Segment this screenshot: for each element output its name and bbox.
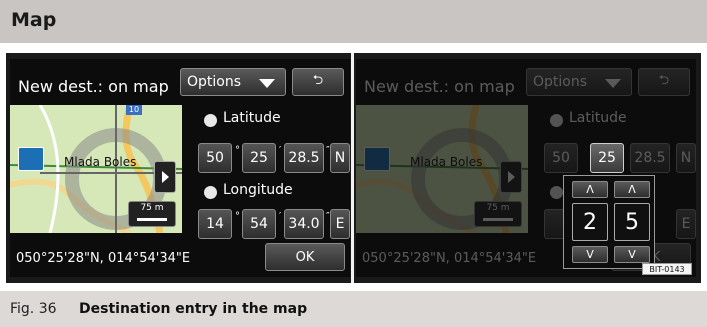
screen-map-entry: New dest.: on map Options ⮌ 10 Mlada Bol… — [10, 59, 350, 277]
unit-degree: ° — [235, 145, 240, 156]
screen-title: New dest.: on map — [18, 77, 169, 96]
scale-bar — [137, 218, 167, 221]
longitude-hemisphere: E — [676, 209, 696, 239]
latitude-label: Latitude — [569, 110, 627, 126]
screen-map-entry-editing: New dest.: on map Options ⮌ Mlada Boles — [356, 59, 696, 277]
options-label: Options — [533, 74, 588, 90]
longitude-degrees[interactable]: 14 — [198, 209, 232, 239]
options-button: Options — [526, 68, 632, 96]
globe-icon — [204, 114, 217, 127]
digit1-value: 2 — [572, 203, 608, 241]
digit1-up-button[interactable]: Λ — [572, 181, 608, 198]
latitude-seconds: 28.5 — [630, 143, 670, 173]
options-button[interactable]: Options — [180, 68, 286, 96]
section-title: Map — [11, 9, 57, 31]
latitude-seconds[interactable]: 28.5 — [284, 143, 324, 173]
globe-icon — [550, 186, 563, 199]
map-expand-icon — [508, 171, 515, 183]
dropdown-arrow-icon — [259, 79, 275, 88]
coordinate-readout: 050°25'28"N, 014°54'34"E — [16, 251, 191, 266]
digit-spinner: Λ Λ 2 5 V V — [563, 175, 655, 269]
latitude-degrees: 50 — [544, 143, 578, 173]
longitude-seconds[interactable]: 34.0 — [284, 209, 324, 239]
map-view: Mlada Boles 75 m — [356, 105, 528, 233]
latitude-hemisphere: N — [676, 143, 696, 173]
map-city-label: Mlada Boles — [64, 155, 137, 169]
back-button[interactable]: ⮌ — [292, 68, 344, 96]
screen-title: New dest.: on map — [364, 77, 515, 96]
road-number-label: 10 — [126, 105, 142, 115]
unit-minute: ′ — [279, 145, 282, 156]
digit1-down-button[interactable]: V — [572, 246, 608, 263]
map-expand-button[interactable] — [154, 161, 176, 193]
longitude-row: 14 ° 54 ′ 34.0 ″ E — [196, 209, 350, 239]
globe-icon — [204, 186, 217, 199]
caption-text: Destination entry in the map — [79, 301, 308, 317]
ok-label: OK — [295, 249, 315, 265]
digit2-up-button[interactable]: Λ — [614, 181, 650, 198]
back-button: ⮌ — [638, 68, 690, 96]
latitude-hemisphere[interactable]: N — [330, 143, 350, 173]
scale-bar — [483, 218, 513, 221]
caption-prefix: Fig. 36 — [10, 301, 57, 317]
map-expand-icon — [162, 171, 169, 183]
digit2-down-button[interactable]: V — [614, 246, 650, 263]
map-expand-button — [500, 161, 522, 193]
unit-minute: ′ — [279, 211, 282, 222]
figure-caption: Fig. 36 Destination entry in the map — [0, 291, 707, 327]
map-view[interactable]: 10 Mlada Boles 75 m — [10, 105, 182, 233]
figure-id-label: BIT-0143 — [642, 263, 692, 275]
options-label: Options — [187, 74, 242, 90]
back-arrow-icon: ⮌ — [658, 73, 670, 88]
scale-label: 75 m — [140, 203, 164, 213]
figure: New dest.: on map Options ⮌ 10 Mlada Bol… — [6, 53, 701, 283]
latitude-degrees[interactable]: 50 — [198, 143, 232, 173]
latitude-minutes[interactable]: 25 — [242, 143, 276, 173]
digit2-value: 5 — [614, 203, 650, 241]
navigation-icon[interactable] — [18, 147, 44, 171]
globe-icon — [550, 114, 563, 127]
section-header: Map — [0, 0, 707, 43]
latitude-minutes-active[interactable]: 25 — [590, 143, 624, 173]
dropdown-arrow-icon — [605, 79, 621, 88]
ok-button[interactable]: OK — [265, 243, 345, 271]
longitude-minutes[interactable]: 54 — [242, 209, 276, 239]
map-city-label: Mlada Boles — [410, 155, 483, 169]
latitude-label: Latitude — [223, 110, 281, 126]
latitude-row: 50 ° 25 ′ 28.5 ″ N — [196, 143, 350, 173]
scale-label: 75 m — [486, 203, 510, 213]
coordinate-readout: 050°25'28"N, 014°54'34"E — [362, 251, 537, 266]
map-scale: 75 m — [474, 201, 522, 227]
back-arrow-icon: ⮌ — [312, 73, 324, 88]
screen-divider — [351, 53, 354, 283]
navigation-icon — [364, 147, 390, 171]
unit-degree: ° — [235, 211, 240, 222]
longitude-hemisphere[interactable]: E — [330, 209, 350, 239]
longitude-label: Longitude — [223, 182, 293, 198]
map-scale: 75 m — [128, 201, 176, 227]
